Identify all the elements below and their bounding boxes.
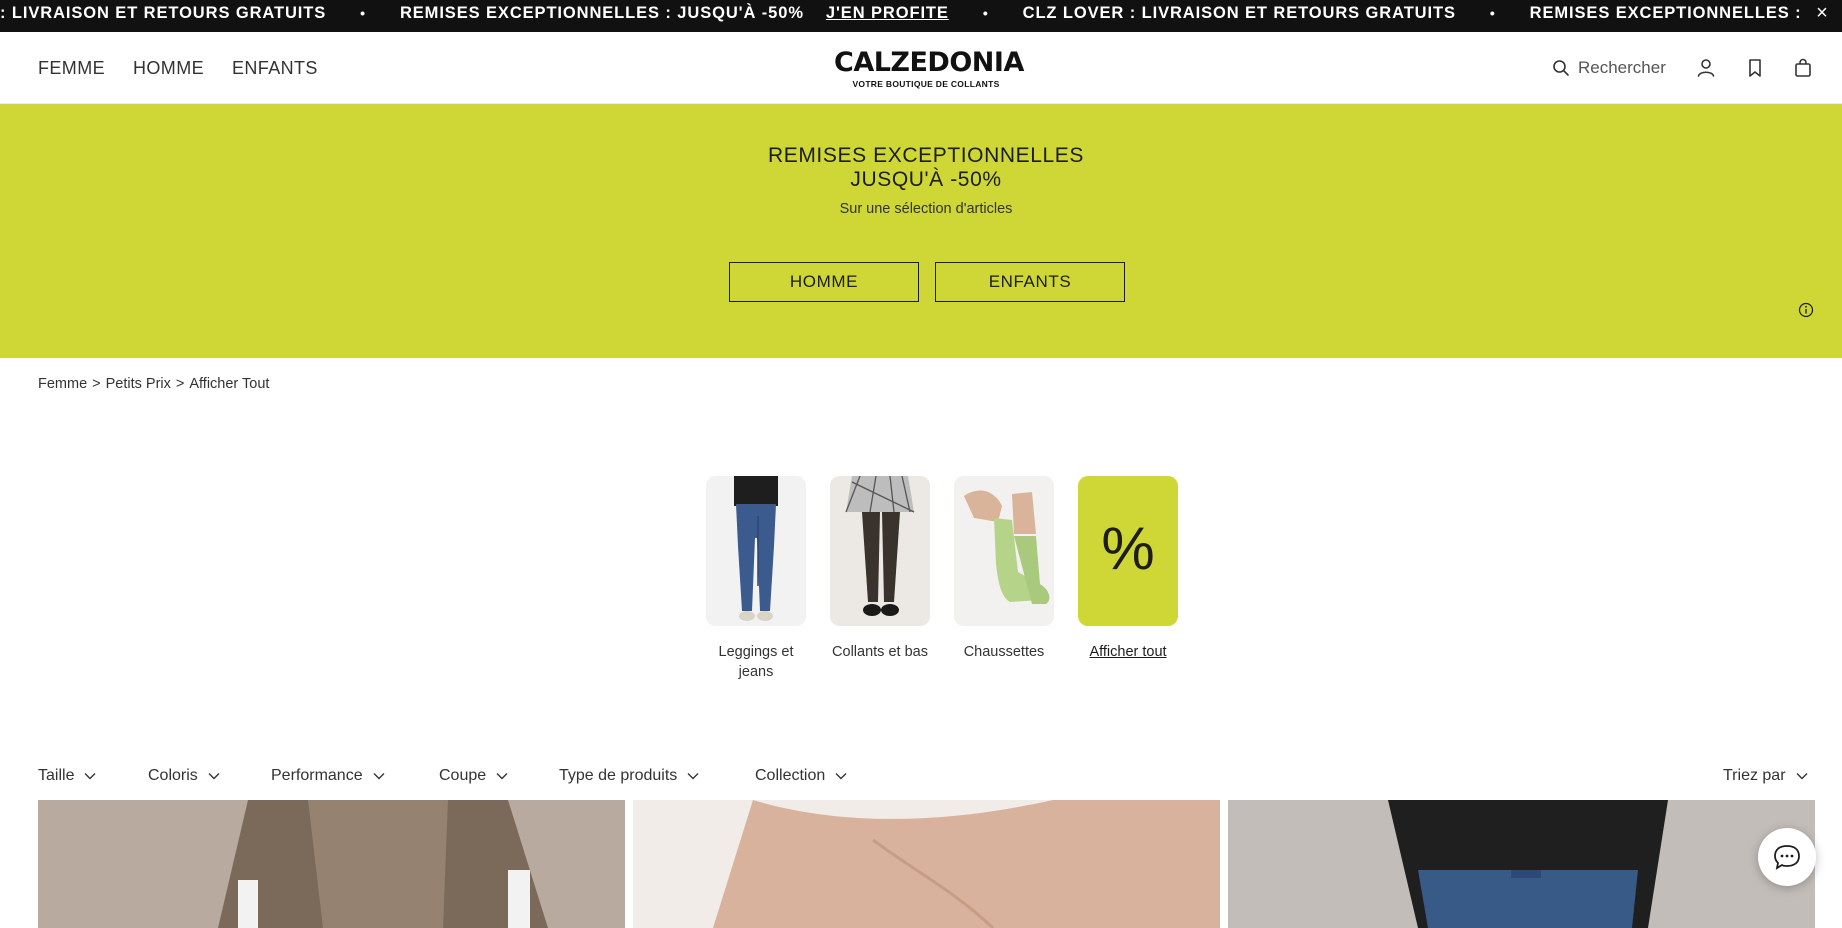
promo-title-line2: JUSQU'À -50% xyxy=(850,168,1002,191)
filter-collection-dropdown[interactable]: Collection xyxy=(755,767,847,785)
product-image xyxy=(38,800,625,928)
nav-item-enfants[interactable]: ENFANTS xyxy=(232,58,318,79)
product-image xyxy=(633,800,1220,928)
percent-icon: % xyxy=(1101,515,1155,582)
category-label[interactable]: Afficher tout xyxy=(1073,642,1183,662)
nav-item-femme[interactable]: FEMME xyxy=(38,58,105,79)
category-image-collants[interactable] xyxy=(830,476,930,626)
breadcrumb-separator: > xyxy=(175,376,185,392)
info-icon[interactable] xyxy=(1798,302,1814,318)
filter-taille-dropdown[interactable]: Taille xyxy=(38,767,96,785)
chat-button[interactable] xyxy=(1758,828,1816,886)
jeans-image xyxy=(706,476,806,626)
close-icon[interactable]: × xyxy=(1816,2,1828,24)
chevron-down-icon xyxy=(1796,773,1808,780)
nav-item-homme[interactable]: HOMME xyxy=(133,58,204,79)
chevron-down-icon xyxy=(496,773,508,780)
separator-dot: • xyxy=(360,5,366,21)
filter-label: Coloris xyxy=(148,767,198,784)
category-tile-collants[interactable]: Collants et bas xyxy=(825,476,935,662)
category-tile-leggings[interactable]: Leggings et jeans xyxy=(701,476,811,682)
product-image xyxy=(1228,800,1815,928)
account-icon[interactable] xyxy=(1694,56,1718,80)
breadcrumb-item-petits-prix[interactable]: Petits Prix xyxy=(106,376,171,392)
filter-label: Performance xyxy=(271,767,363,784)
separator-dot: • xyxy=(982,5,989,21)
search-icon xyxy=(1553,60,1569,76)
promo-enfants-button[interactable]: ENFANTS xyxy=(935,262,1125,302)
category-label[interactable]: Leggings et jeans xyxy=(701,642,811,682)
announcement-bar: : LIVRAISON ET RETOURS GRATUITS • REMISES … xyxy=(0,0,1842,32)
breadcrumb-separator: > xyxy=(92,376,101,392)
filter-type-produits-dropdown[interactable]: Type de produits xyxy=(559,767,699,785)
chevron-down-icon xyxy=(373,773,385,780)
announcement-text: : LIVRAISON ET RETOURS GRATUITS xyxy=(0,4,327,22)
category-label[interactable]: Collants et bas xyxy=(825,642,935,662)
breadcrumb-item-current: Afficher Tout xyxy=(189,376,270,392)
filter-label: Taille xyxy=(38,767,75,784)
product-card[interactable] xyxy=(1228,800,1815,928)
search-label: Rechercher xyxy=(1578,58,1666,77)
announcement-text: CLZ LOVER : LIVRAISON ET RETOURS GRATUIT… xyxy=(1022,4,1456,22)
filter-label: Collection xyxy=(755,767,826,784)
chevron-down-icon xyxy=(84,773,96,780)
promo-title-line1: REMISES EXCEPTIONNELLES xyxy=(767,144,1085,167)
announcement-text: REMISES EXCEPTIONNELLES : xyxy=(1529,4,1802,22)
category-image-leggings[interactable] xyxy=(706,476,806,626)
category-label[interactable]: Chaussettes xyxy=(949,642,1059,662)
announcement-ticker: : LIVRAISON ET RETOURS GRATUITS • REMISES … xyxy=(0,0,1802,32)
announcement-cta-link[interactable]: J'EN PROFITE xyxy=(826,0,949,27)
chevron-down-icon xyxy=(208,773,220,780)
promo-title: REMISES EXCEPTIONNELLES JUSQU'À -50% xyxy=(0,144,1842,192)
separator-dot: • xyxy=(1489,5,1496,21)
brand-logo[interactable]: CALZEDONIA VOTRE BOUTIQUE DE COLLANTS xyxy=(834,47,1024,90)
sort-label: Triez par xyxy=(1723,767,1786,784)
main-nav: FEMME HOMME ENFANTS xyxy=(38,58,318,79)
bag-icon[interactable] xyxy=(1791,56,1815,80)
chevron-down-icon xyxy=(687,773,699,780)
breadcrumb-item-femme[interactable]: Femme xyxy=(38,376,87,392)
filter-coloris-dropdown[interactable]: Coloris xyxy=(148,767,220,785)
promo-banner: REMISES EXCEPTIONNELLES JUSQU'À -50% Sur… xyxy=(0,104,1842,358)
chevron-down-icon xyxy=(835,773,847,780)
logo-tagline: VOTRE BOUTIQUE DE COLLANTS xyxy=(852,79,1000,89)
product-card[interactable] xyxy=(38,800,625,928)
filter-label: Type de produits xyxy=(559,767,678,784)
socks-image xyxy=(954,476,1054,626)
category-tile-chaussettes[interactable]: Chaussettes xyxy=(949,476,1059,662)
category-image-chaussettes[interactable] xyxy=(954,476,1054,626)
announcement-text: REMISES EXCEPTIONNELLES : JUSQU'À -50% xyxy=(399,4,804,22)
chat-icon xyxy=(1774,845,1800,870)
tights-image xyxy=(830,476,930,626)
filter-performance-dropdown[interactable]: Performance xyxy=(271,767,385,785)
category-tile-afficher-tout[interactable]: % Afficher tout xyxy=(1073,476,1183,662)
close-announcement-button[interactable]: × xyxy=(1802,0,1842,32)
breadcrumb: Femme > Petits Prix > Afficher Tout xyxy=(38,376,269,392)
filter-coupe-dropdown[interactable]: Coupe xyxy=(439,767,508,785)
filter-label: Coupe xyxy=(439,767,487,784)
search-button[interactable]: Rechercher xyxy=(1552,58,1666,78)
category-image-afficher-tout[interactable]: % xyxy=(1078,476,1178,626)
site-header: FEMME HOMME ENFANTS CALZEDONIA VOTRE BOU… xyxy=(0,32,1842,104)
sort-dropdown[interactable]: Triez par xyxy=(1723,767,1808,785)
promo-subtitle: Sur une sélection d'articles xyxy=(839,201,1013,217)
wishlist-icon[interactable] xyxy=(1743,56,1767,80)
logo-wordmark: CALZEDONIA xyxy=(834,47,1024,78)
promo-homme-button[interactable]: HOMME xyxy=(729,262,919,302)
product-card[interactable] xyxy=(633,800,1220,928)
